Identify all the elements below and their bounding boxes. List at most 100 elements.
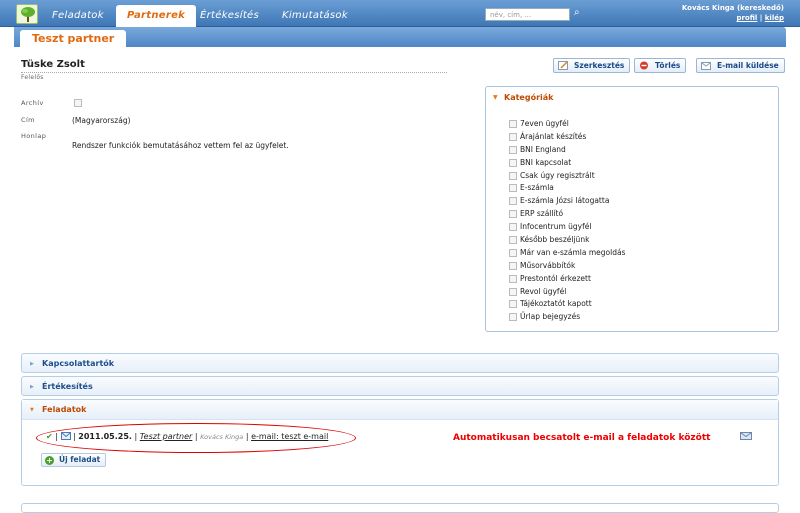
homepage-label: Honlap	[21, 132, 47, 140]
category-checkbox[interactable]	[509, 287, 517, 296]
category-item[interactable]: Tájékoztatót kapott	[509, 298, 778, 311]
nav-tab-partnerek[interactable]: Partnerek	[116, 5, 197, 27]
categories-list: 7even ügyfél Árajánlat készítés BNI Engl…	[486, 118, 778, 324]
category-checkbox[interactable]	[509, 145, 517, 154]
category-checkbox[interactable]	[509, 184, 517, 193]
task-date: 2011.05.25.	[78, 432, 132, 441]
nav-tab-feladatok[interactable]: Feladatok	[41, 5, 115, 27]
category-checkbox[interactable]	[509, 313, 517, 322]
category-checkbox[interactable]	[509, 171, 517, 180]
user-name: Kovács Kinga (kereskedő)	[681, 4, 784, 12]
profile-link[interactable]: profil	[736, 14, 757, 22]
category-checkbox[interactable]	[509, 158, 517, 167]
new-task-button[interactable]: + Új feladat	[41, 453, 107, 467]
category-label: Csak úgy regisztrált	[520, 170, 595, 180]
category-checkbox[interactable]	[509, 236, 517, 245]
category-checkbox[interactable]	[509, 197, 517, 206]
category-label: Űrlap bejegyzés	[520, 312, 581, 322]
link-separator: |	[759, 14, 763, 22]
search-icon[interactable]: ⌕	[574, 7, 580, 18]
contacts-section-header[interactable]: Kapcsolattartók	[22, 354, 778, 374]
annotation-text: Automatikusan becsatolt e-mail a feladat…	[453, 433, 711, 443]
category-checkbox[interactable]	[509, 300, 517, 309]
category-item[interactable]: Műsorvábbítók	[509, 260, 778, 273]
app-logo[interactable]	[16, 4, 38, 24]
address-value: (Magyarország)	[72, 116, 131, 125]
edit-button[interactable]: Szerkesztés	[553, 58, 631, 73]
archive-label: Archív	[21, 99, 44, 107]
tasks-section-header[interactable]: Feladatok	[22, 400, 778, 420]
category-item[interactable]: ERP szállító	[509, 208, 778, 221]
search-input[interactable]: név, cím, ...	[485, 8, 570, 21]
category-label: 7even ügyfél	[520, 119, 569, 128]
categories-header[interactable]: Kategóriák	[486, 87, 778, 109]
category-checkbox[interactable]	[509, 274, 517, 283]
envelope-icon[interactable]	[740, 430, 752, 440]
task-email-link[interactable]: e-mail: teszt e-mail	[251, 432, 328, 441]
separator: |	[245, 432, 249, 441]
logout-link[interactable]: kilép	[765, 14, 784, 22]
divider	[21, 72, 447, 73]
category-label: BNI kapcsolat	[520, 157, 572, 167]
contacts-section[interactable]: Kapcsolattartók	[21, 353, 779, 374]
delete-icon	[640, 61, 648, 70]
category-checkbox[interactable]	[509, 132, 517, 141]
bottom-section	[21, 503, 779, 513]
email-icon[interactable]	[60, 432, 71, 440]
category-item[interactable]: Később beszéljünk	[509, 234, 778, 247]
new-task-label: Új feladat	[59, 455, 101, 464]
category-checkbox[interactable]	[509, 120, 517, 128]
category-item[interactable]: Infocentrum ügyfél	[509, 221, 778, 234]
category-checkbox[interactable]	[509, 261, 517, 270]
task-row[interactable]: ✔ | | 2011.05.25. | Teszt partner | Ková…	[46, 432, 328, 441]
category-item[interactable]: 7even ügyfél	[509, 118, 778, 131]
category-item[interactable]: Már van e-számla megoldás	[509, 247, 778, 260]
top-navigation-bar: Feladatok Partnerek Értékesítés Kimutatá…	[0, 0, 800, 27]
category-checkbox[interactable]	[509, 248, 517, 257]
category-item[interactable]: Prestontól érkezett	[509, 273, 778, 286]
separator: |	[194, 432, 198, 441]
category-checkbox[interactable]	[509, 223, 517, 232]
address-label: Cím	[21, 116, 35, 124]
category-label: Árajánlat készítés	[520, 131, 587, 141]
done-check-icon[interactable]: ✔	[46, 432, 53, 441]
category-item[interactable]: Űrlap bejegyzés	[509, 311, 778, 324]
category-label: Revol ügyfél	[520, 286, 567, 296]
category-label: Infocentrum ügyfél	[520, 222, 592, 232]
separator: |	[55, 432, 58, 441]
email-edit-icon	[701, 62, 711, 70]
category-item[interactable]: Csak úgy regisztrált	[509, 170, 778, 183]
category-item[interactable]: BNI kapcsolat	[509, 157, 778, 170]
category-item[interactable]: BNI England	[509, 144, 778, 157]
category-label: ERP szállító	[520, 209, 564, 219]
nav-tab-ertekesites[interactable]: Értékesítés	[189, 5, 270, 27]
task-owner: Kovács Kinga	[200, 433, 244, 441]
category-item[interactable]: Árajánlat készítés	[509, 131, 778, 144]
category-label: Már van e-számla megoldás	[520, 247, 626, 257]
delete-label: Törlés	[655, 61, 681, 70]
edit-label: Szerkesztés	[574, 61, 625, 70]
send-email-button[interactable]: E-mail küldése	[696, 58, 785, 73]
partner-tab[interactable]: Teszt partner	[20, 30, 127, 48]
category-label: Később beszéljünk	[520, 235, 590, 245]
sales-section[interactable]: Értékesítés	[21, 376, 779, 397]
category-checkbox[interactable]	[509, 210, 517, 219]
sales-section-header[interactable]: Értékesítés	[22, 377, 778, 397]
nav-tab-kimutatasok[interactable]: Kimutatások	[271, 5, 359, 27]
category-item[interactable]: Revol ügyfél	[509, 286, 778, 299]
categories-panel: Kategóriák 7even ügyfél Árajánlat készít…	[485, 86, 779, 332]
category-item[interactable]: E-számla Józsi látogatta	[509, 195, 778, 208]
category-item[interactable]: E-számla	[509, 182, 778, 195]
category-label: Prestontól érkezett	[520, 273, 591, 283]
delete-button[interactable]: Törlés	[634, 58, 687, 73]
send-email-label: E-mail küldése	[717, 61, 779, 70]
role-label: Felelős	[21, 74, 44, 81]
category-label: E-számla Józsi látogatta	[520, 196, 610, 206]
category-label: Tájékoztatót kapott	[520, 299, 592, 309]
task-partner-link[interactable]: Teszt partner	[140, 432, 193, 441]
archive-checkbox[interactable]	[74, 99, 82, 107]
category-label: BNI England	[520, 144, 566, 154]
separator: |	[73, 432, 76, 441]
category-label: E-számla	[520, 183, 554, 193]
partner-tab-bar	[14, 27, 786, 47]
